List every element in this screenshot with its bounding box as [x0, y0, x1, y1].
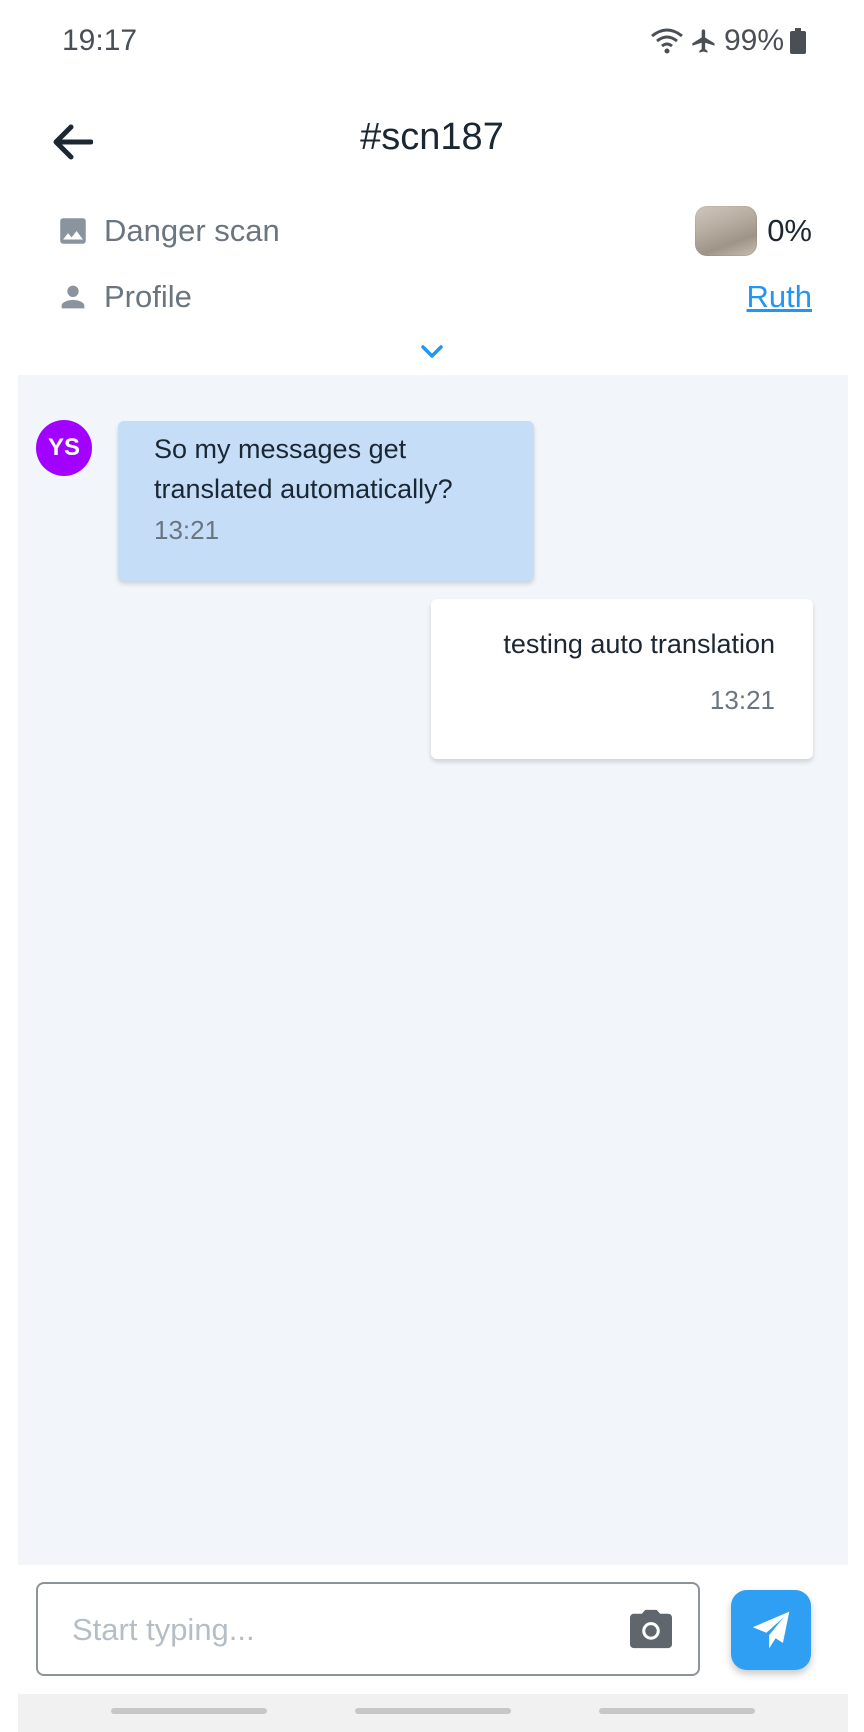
scan-thumbnail[interactable]: [695, 206, 758, 256]
danger-scan-label: Danger scan: [104, 213, 280, 248]
message-text: So my messages get translated automatica…: [154, 434, 453, 504]
message-time: 13:21: [709, 685, 775, 715]
expand-details-button[interactable]: [418, 340, 446, 362]
app-bar: #scn187: [0, 96, 864, 186]
profile-link[interactable]: Ruth: [747, 279, 812, 315]
danger-scan-row: Danger scan 0%: [56, 206, 812, 256]
wifi-icon: [650, 27, 684, 55]
message-input[interactable]: [70, 1604, 594, 1656]
chat-area[interactable]: YS So my messages get translated automat…: [18, 375, 848, 1565]
message-incoming[interactable]: So my messages get translated automatica…: [118, 421, 534, 581]
profile-label: Profile: [104, 279, 192, 314]
page-title: #scn187: [360, 116, 504, 158]
message-composer: [36, 1582, 700, 1676]
nav-handle[interactable]: [355, 1708, 511, 1714]
image-icon: [60, 218, 86, 244]
chevron-down-icon: [421, 345, 443, 358]
profile-row: Profile Ruth: [56, 272, 812, 322]
airplane-icon: [690, 27, 718, 55]
navigation-bar: [18, 1694, 848, 1732]
person-icon: [61, 285, 85, 309]
message-outgoing[interactable]: testing auto translation 13:21: [431, 599, 813, 759]
message-time: 13:21: [154, 515, 220, 545]
battery-icon: [790, 28, 806, 54]
send-icon: [752, 1611, 790, 1649]
nav-handle[interactable]: [111, 1708, 267, 1714]
danger-scan-value: 0%: [767, 213, 812, 248]
nav-handle[interactable]: [599, 1708, 755, 1714]
camera-icon: [630, 1609, 672, 1649]
camera-button[interactable]: [628, 1608, 674, 1650]
status-bar: 19:17 99%: [0, 0, 864, 86]
send-button[interactable]: [731, 1590, 811, 1670]
message-text: testing auto translation: [503, 629, 775, 659]
status-icons: 99%: [650, 24, 806, 58]
status-time: 19:17: [62, 24, 138, 57]
avatar[interactable]: YS: [36, 420, 92, 476]
battery-text: 99%: [723, 24, 784, 57]
